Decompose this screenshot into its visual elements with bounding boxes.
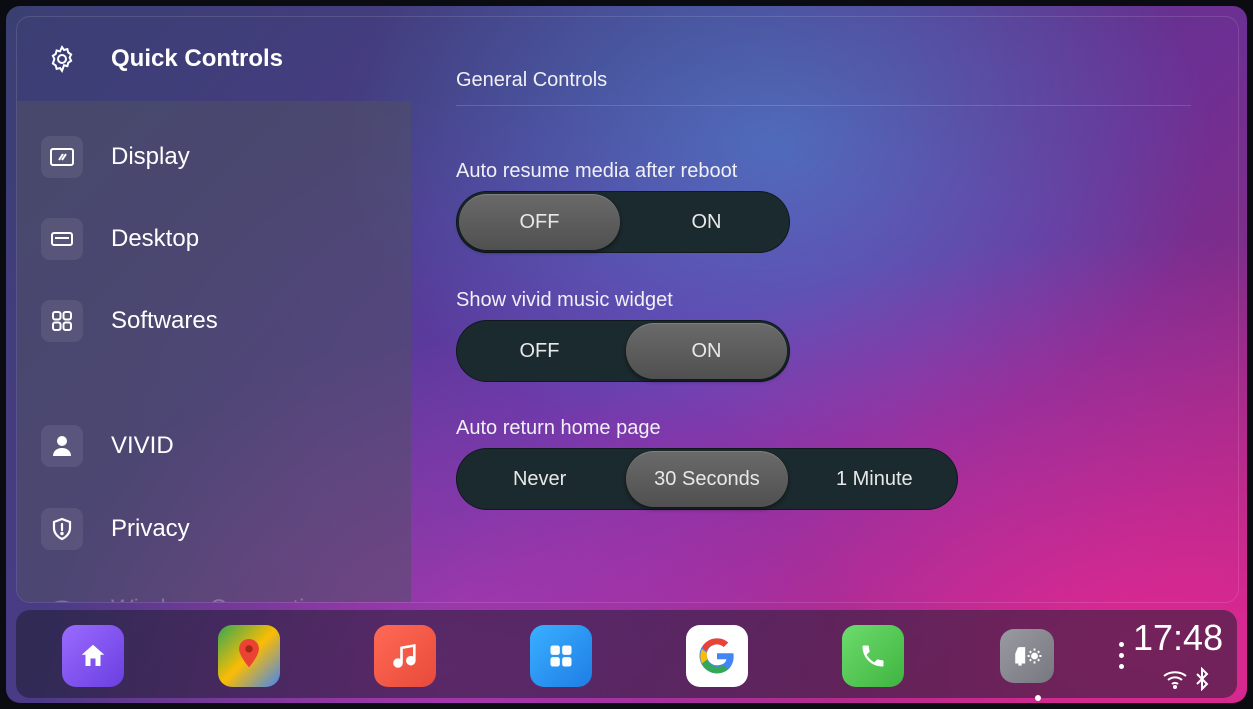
sidebar-item-privacy[interactable]: Privacy bbox=[17, 499, 411, 559]
google-app-icon[interactable] bbox=[686, 625, 748, 687]
selector-auto-return-home-page[interactable]: Never 30 Seconds 1 Minute bbox=[456, 448, 958, 510]
sidebar-item-label: Desktop bbox=[111, 225, 200, 252]
active-app-indicator bbox=[1035, 695, 1041, 701]
dock: 17:48 bbox=[16, 610, 1237, 701]
music-app-icon[interactable] bbox=[374, 625, 436, 687]
sidebar-item-softwares[interactable]: Softwares bbox=[17, 291, 411, 351]
sidebar: Quick Controls Display Desktop Softwares… bbox=[17, 17, 411, 602]
section-title: General Controls bbox=[456, 69, 608, 91]
more-options-icon[interactable] bbox=[1119, 636, 1124, 675]
sidebar-header-label: Quick Controls bbox=[111, 45, 284, 72]
sidebar-item-label: Softwares bbox=[111, 307, 218, 334]
phone-app-icon[interactable] bbox=[842, 625, 904, 687]
option-on[interactable]: ON bbox=[626, 323, 787, 379]
setting-label: Show vivid music widget bbox=[456, 289, 673, 311]
sidebar-list: Display Desktop Softwares VIVID Privacy bbox=[17, 101, 411, 602]
sidebar-item-label: Privacy bbox=[111, 515, 190, 542]
option-1-minute[interactable]: 1 Minute bbox=[794, 451, 955, 507]
sidebar-item-label: VIVID bbox=[111, 432, 174, 459]
status-icons bbox=[1162, 666, 1210, 696]
screen: Quick Controls Display Desktop Softwares… bbox=[6, 6, 1247, 703]
apps-grid-app-icon[interactable] bbox=[530, 625, 592, 687]
sidebar-item-vivid[interactable]: VIVID bbox=[17, 416, 411, 476]
option-30-seconds[interactable]: 30 Seconds bbox=[626, 451, 788, 507]
setting-label: Auto return home page bbox=[456, 417, 661, 439]
toggle-show-vivid-music-widget[interactable]: OFF ON bbox=[456, 320, 790, 382]
wifi-icon bbox=[1162, 669, 1188, 694]
option-on[interactable]: ON bbox=[626, 194, 787, 250]
wifi-icon bbox=[41, 588, 83, 602]
car-settings-app-icon[interactable] bbox=[1000, 629, 1054, 683]
sidebar-item-desktop[interactable]: Desktop bbox=[17, 209, 411, 269]
home-app-icon[interactable] bbox=[62, 625, 124, 687]
sidebar-item-label: Wireless Connection bbox=[111, 595, 331, 602]
sidebar-item-display[interactable]: Display bbox=[17, 127, 411, 187]
gear-icon bbox=[41, 38, 83, 80]
toggle-auto-resume-media[interactable]: OFF ON bbox=[456, 191, 790, 253]
divider bbox=[456, 105, 1191, 106]
main-content: General Controls Auto resume media after… bbox=[411, 17, 1238, 602]
bluetooth-icon bbox=[1194, 666, 1210, 696]
shield-icon bbox=[41, 508, 83, 550]
person-icon bbox=[41, 425, 83, 467]
sidebar-header-quick-controls[interactable]: Quick Controls bbox=[17, 17, 411, 101]
grid-icon bbox=[41, 300, 83, 342]
sidebar-item-label: Display bbox=[111, 143, 190, 170]
settings-panel: Quick Controls Display Desktop Softwares… bbox=[16, 16, 1239, 603]
sidebar-item-wireless-connection[interactable]: Wireless Connection bbox=[17, 579, 411, 602]
option-off[interactable]: OFF bbox=[459, 194, 620, 250]
desktop-icon bbox=[41, 218, 83, 260]
clock: 17:48 bbox=[1133, 617, 1224, 658]
setting-label: Auto resume media after reboot bbox=[456, 160, 738, 182]
option-off[interactable]: OFF bbox=[459, 323, 620, 379]
display-icon bbox=[41, 136, 83, 178]
google-maps-app-icon[interactable] bbox=[218, 625, 280, 687]
option-never[interactable]: Never bbox=[459, 451, 620, 507]
